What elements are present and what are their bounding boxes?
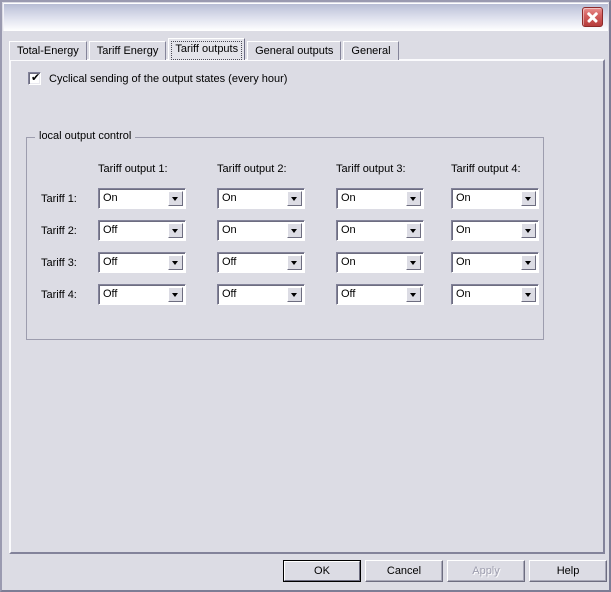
combo-value: On	[341, 224, 356, 236]
chevron-down-icon[interactable]	[406, 223, 421, 238]
combo-tariff-2-output-2[interactable]: On	[217, 220, 305, 241]
combo-tariff-4-output-3[interactable]: Off	[336, 284, 424, 305]
chevron-down-glyph	[172, 197, 178, 201]
tab-label: Tariff Energy	[96, 45, 159, 57]
chevron-down-icon[interactable]	[168, 223, 183, 238]
combo-tariff-4-output-2[interactable]: Off	[217, 284, 305, 305]
combo-value: On	[341, 192, 356, 204]
combo-tariff-1-output-2[interactable]: On	[217, 188, 305, 209]
row-label-tariff-1: Tariff 1:	[41, 193, 77, 205]
chevron-down-glyph	[291, 261, 297, 265]
tab-label: Tariff outputs	[175, 43, 239, 55]
chevron-down-icon[interactable]	[406, 191, 421, 206]
cyclical-sending-row[interactable]: ✔ Cyclical sending of the output states …	[28, 72, 287, 85]
chevron-down-glyph	[525, 197, 531, 201]
chevron-down-icon[interactable]	[406, 287, 421, 302]
tab-label: General	[351, 45, 391, 57]
chevron-down-glyph	[172, 261, 178, 265]
combo-tariff-3-output-4[interactable]: On	[451, 252, 539, 273]
combo-tariff-2-output-3[interactable]: On	[336, 220, 424, 241]
chevron-down-glyph	[172, 229, 178, 233]
combo-value: On	[456, 256, 471, 268]
chevron-down-icon[interactable]	[287, 223, 302, 238]
cancel-button[interactable]: Cancel	[365, 560, 443, 582]
chevron-down-glyph	[525, 229, 531, 233]
chevron-down-glyph	[525, 261, 531, 265]
combo-value: Off	[103, 224, 118, 236]
chevron-down-icon[interactable]	[521, 287, 536, 302]
chevron-down-glyph	[291, 197, 297, 201]
cyclical-sending-label: Cyclical sending of the output states (e…	[49, 72, 288, 85]
chevron-down-glyph	[410, 229, 416, 233]
row-label-tariff-4: Tariff 4:	[41, 289, 77, 301]
combo-tariff-3-output-1[interactable]: Off	[98, 252, 186, 273]
dialog-button-bar: OK Cancel Apply Help	[3, 556, 608, 589]
combo-value: On	[103, 192, 118, 204]
tab-tariff-energy[interactable]: Tariff Energy	[88, 41, 167, 60]
chevron-down-icon[interactable]	[521, 223, 536, 238]
tab-tariff-outputs[interactable]: Tariff outputs	[168, 38, 246, 60]
column-header-tariff-output-3: Tariff output 3:	[336, 163, 406, 175]
chevron-down-glyph	[410, 293, 416, 297]
chevron-down-icon[interactable]	[406, 255, 421, 270]
apply-button: Apply	[447, 560, 525, 582]
chevron-down-glyph	[410, 261, 416, 265]
combo-tariff-4-output-4[interactable]: On	[451, 284, 539, 305]
chevron-down-glyph	[291, 229, 297, 233]
combo-tariff-1-output-3[interactable]: On	[336, 188, 424, 209]
chevron-down-icon[interactable]	[168, 191, 183, 206]
tab-total-energy[interactable]: Total-Energy	[9, 41, 87, 60]
combo-value: Off	[222, 288, 237, 300]
chevron-down-glyph	[291, 293, 297, 297]
ok-button[interactable]: OK	[283, 560, 361, 582]
tab-general[interactable]: General	[343, 41, 399, 60]
chevron-down-icon[interactable]	[287, 191, 302, 206]
check-icon: ✔	[31, 71, 41, 84]
column-header-tariff-output-4: Tariff output 4:	[451, 163, 521, 175]
chevron-down-icon[interactable]	[521, 255, 536, 270]
row-label-tariff-3: Tariff 3:	[41, 257, 77, 269]
combo-tariff-1-output-4[interactable]: On	[451, 188, 539, 209]
chevron-down-glyph	[525, 293, 531, 297]
combo-tariff-3-output-2[interactable]: Off	[217, 252, 305, 273]
combo-value: On	[456, 192, 471, 204]
close-icon[interactable]	[582, 7, 603, 27]
chevron-down-icon[interactable]	[168, 255, 183, 270]
tab-strip: Total-Energy Tariff Energy Tariff output…	[9, 38, 401, 60]
tariff-output-grid: Tariff output 1: Tariff output 2: Tariff…	[27, 138, 543, 339]
combo-value: On	[222, 192, 237, 204]
combo-value: Off	[103, 256, 118, 268]
chevron-down-icon[interactable]	[287, 287, 302, 302]
column-header-tariff-output-2: Tariff output 2:	[217, 163, 287, 175]
row-label-tariff-2: Tariff 2:	[41, 225, 77, 237]
combo-value: Off	[103, 288, 118, 300]
combo-value: Off	[222, 256, 237, 268]
help-button[interactable]: Help	[529, 560, 607, 582]
tab-page-tariff-outputs: ✔ Cyclical sending of the output states …	[9, 59, 605, 554]
tab-general-outputs[interactable]: General outputs	[247, 41, 342, 60]
chevron-down-glyph	[410, 197, 416, 201]
combo-tariff-4-output-1[interactable]: Off	[98, 284, 186, 305]
column-header-tariff-output-1: Tariff output 1:	[98, 163, 168, 175]
title-bar	[3, 3, 608, 31]
combo-value: On	[222, 224, 237, 236]
combo-value: Off	[341, 288, 356, 300]
chevron-down-glyph	[172, 293, 178, 297]
chevron-down-icon[interactable]	[521, 191, 536, 206]
combo-tariff-2-output-4[interactable]: On	[451, 220, 539, 241]
cyclical-sending-checkbox[interactable]: ✔	[28, 72, 41, 85]
chevron-down-icon[interactable]	[168, 287, 183, 302]
combo-tariff-1-output-1[interactable]: On	[98, 188, 186, 209]
tab-label: Total-Energy	[17, 45, 79, 57]
ok-button-label: OK	[284, 561, 360, 581]
local-output-control-group: local output control Tariff output 1: Ta…	[26, 130, 544, 340]
combo-tariff-3-output-3[interactable]: On	[336, 252, 424, 273]
dialog-window: Total-Energy Tariff Energy Tariff output…	[0, 0, 611, 592]
combo-tariff-2-output-1[interactable]: Off	[98, 220, 186, 241]
combo-value: On	[341, 256, 356, 268]
combo-value: On	[456, 224, 471, 236]
combo-value: On	[456, 288, 471, 300]
tab-label: General outputs	[255, 45, 334, 57]
chevron-down-icon[interactable]	[287, 255, 302, 270]
